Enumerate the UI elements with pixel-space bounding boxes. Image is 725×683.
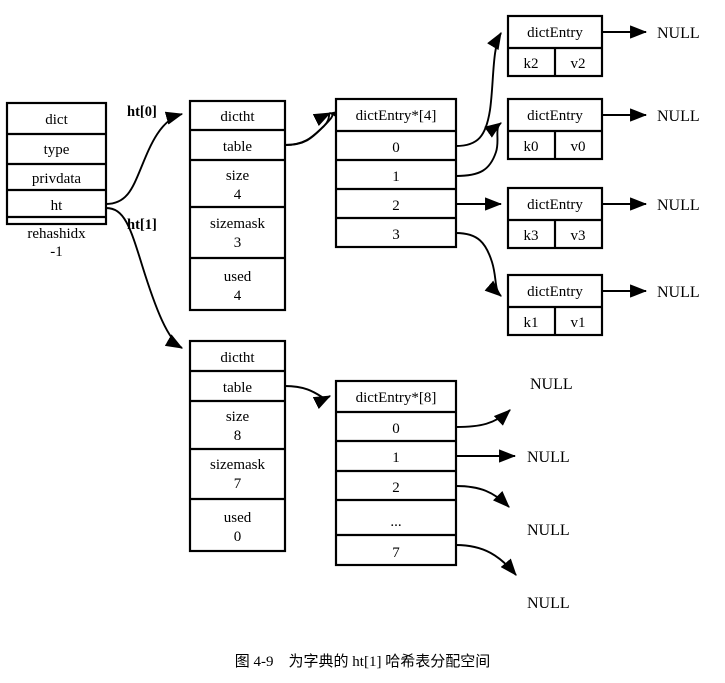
- dictht-ht0-size-value: 4: [234, 187, 242, 203]
- dictht-ht0-used-value: 4: [234, 288, 242, 304]
- dict-entry-node-k3: dictEntry k3 v3 NULL: [506, 186, 700, 250]
- entry-k0-next-null: NULL: [657, 108, 700, 125]
- dictht-ht0-sizemask-name: sizemask: [210, 216, 265, 232]
- bucket-ht1-index-7: 7: [392, 545, 400, 561]
- ht1-table-link: [284, 385, 332, 410]
- dictht-ht0-size-name: size: [226, 168, 250, 184]
- dictht-ht1-table: table: [223, 380, 252, 396]
- dictht-ht1-used-name: used: [224, 510, 252, 526]
- dict-field-privdata: privdata: [32, 171, 81, 187]
- bucket-0-to-entry-k2-link: [455, 32, 502, 147]
- entry-k0-title: dictEntry: [527, 108, 583, 124]
- bucket-ht0-index-0: 0: [392, 140, 400, 156]
- entry-k0-value: v0: [571, 139, 586, 155]
- ht0-edge-label: ht[0]: [127, 104, 157, 120]
- bucket-ht1-index-0: 0: [392, 421, 400, 437]
- bucket-ht1-7-null-link: [455, 544, 517, 576]
- bucket-1-to-entry-k0-link: [455, 122, 502, 177]
- ht1-null-2: NULL: [527, 522, 570, 539]
- entry-k2-next-null: NULL: [657, 25, 700, 42]
- bucket-ht1-index-2: 2: [392, 480, 400, 496]
- ht1-null-0: NULL: [530, 376, 573, 393]
- dictht-box-ht1: dictht table size 8 sizemask 7 used 0: [188, 339, 287, 553]
- bucket-ht1-index-1: 1: [392, 450, 400, 466]
- entry-k2-value: v2: [571, 56, 586, 72]
- entry-k1-title: dictEntry: [527, 284, 583, 300]
- bucket-ht1-0-null-link: [455, 409, 511, 428]
- dict-struct-box: dict type privdata ht rehashidx -1: [5, 101, 108, 260]
- dict-entry-node-k0: dictEntry k0 v0 NULL: [506, 97, 700, 161]
- bucket-array-ht0-title: dictEntry*[4]: [356, 108, 437, 124]
- bucket-3-to-entry-k1-link: [455, 232, 502, 297]
- ht0-table-link: [284, 109, 347, 146]
- bucket-array-ht0: dictEntry*[4] 0 1 2 3: [334, 97, 458, 249]
- dict-field-ht: ht: [51, 198, 64, 214]
- dict-field-rehashidx-value: -1: [50, 244, 63, 260]
- bucket-ht1-index-ellipsis: ...: [390, 514, 401, 530]
- entry-k1-key: k1: [524, 315, 539, 331]
- ht1-null-3: NULL: [527, 595, 570, 612]
- dictht-ht1-sizemask-name: sizemask: [210, 457, 265, 473]
- dictht-ht0-used-name: used: [224, 269, 252, 285]
- dictht-ht0-title: dictht: [220, 109, 255, 125]
- dictht-ht1-sizemask-value: 7: [234, 476, 242, 492]
- dict-field-type: type: [44, 142, 70, 158]
- entry-k3-title: dictEntry: [527, 197, 583, 213]
- entry-k2-key: k2: [524, 56, 539, 72]
- diagram-canvas: dict type privdata ht rehashidx -1 ht[0]…: [5, 14, 700, 612]
- entry-k0-key: k0: [524, 139, 539, 155]
- bucket-ht0-index-2: 2: [392, 198, 400, 214]
- bucket-array-ht1: dictEntry*[8] 0 1 2 ... 7: [334, 379, 458, 567]
- dictht-ht0-sizemask-value: 3: [234, 235, 242, 251]
- dictht-box-ht0: dictht table size 4 sizemask 3 used 4: [188, 99, 287, 312]
- dict-entry-node-k2: dictEntry k2 v2 NULL: [506, 14, 700, 78]
- dictht-ht1-size-name: size: [226, 409, 250, 425]
- figure-diagram: dict type privdata ht rehashidx -1 ht[0]…: [0, 0, 725, 683]
- bucket-ht1-2-null-link: [455, 485, 510, 508]
- entry-k1-value: v1: [571, 315, 586, 331]
- entry-k1-next-null: NULL: [657, 284, 700, 301]
- dict-field-rehashidx: rehashidx: [27, 226, 86, 242]
- entry-k3-next-null: NULL: [657, 197, 700, 214]
- dictht-ht1-title: dictht: [220, 350, 255, 366]
- dictht-ht1-used-value: 0: [234, 529, 242, 545]
- entry-k3-value: v3: [571, 228, 586, 244]
- ht1-edge-label: ht[1]: [127, 217, 157, 233]
- dictht-ht0-table: table: [223, 139, 252, 155]
- entry-k2-title: dictEntry: [527, 25, 583, 41]
- dict-entry-node-k1: dictEntry k1 v1 NULL: [506, 273, 700, 337]
- entry-k3-key: k3: [524, 228, 539, 244]
- dict-title: dict: [45, 112, 68, 128]
- ht1-null-1: NULL: [527, 449, 570, 466]
- dictht-ht1-size-value: 8: [234, 428, 242, 444]
- bucket-ht0-index-1: 1: [392, 169, 400, 185]
- ht0-link: [105, 111, 184, 205]
- figure-caption: 图 4-9 为字典的 ht[1] 哈希表分配空间: [234, 654, 491, 670]
- bucket-array-ht1-title: dictEntry*[8]: [356, 390, 437, 406]
- bucket-ht0-index-3: 3: [392, 227, 400, 243]
